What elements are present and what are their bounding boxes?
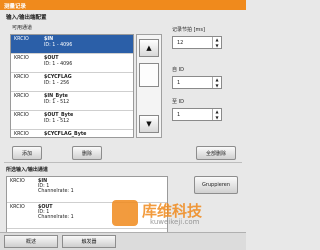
spin-down-icon[interactable]: ▼	[215, 115, 218, 120]
from-id-value[interactable]: 1	[173, 80, 212, 86]
channel-id-range: ID: 1 - 512	[44, 119, 70, 124]
channel-rate: Channelrate: 1	[38, 215, 74, 220]
io-config-title: 输入/输出端配置	[6, 15, 47, 21]
channel-source: KRCIO	[14, 37, 29, 42]
channel-id-range: ID: 1 - 4096	[44, 43, 73, 48]
channel-source: KRCIO	[10, 205, 25, 210]
list-item[interactable]: KRCIO $IN_Byte ID: 1 - 512	[11, 92, 133, 111]
record-step-spinner[interactable]: 12 ▲ ▼	[172, 36, 222, 49]
channel-name: $OUT_Byte	[44, 113, 74, 118]
group-button[interactable]: Gruppieren	[194, 176, 238, 194]
kuwei-logo-icon	[112, 200, 138, 226]
channel-name: $IN_Byte	[44, 94, 68, 99]
scroll-down-button[interactable]: ▼	[139, 115, 159, 133]
to-id-label: 至 ID	[172, 99, 184, 105]
spin-up-icon[interactable]: ▲	[215, 77, 218, 82]
channel-rate: Channelrate: 1	[38, 189, 74, 194]
watermark: 库维科技 kuweikeji.com	[112, 198, 232, 232]
scrollbar[interactable]: ▲ ▼	[136, 34, 162, 138]
list-item[interactable]: KRCIO $CYCFLAG_Byte	[11, 130, 133, 137]
channel-source: KRCIO	[14, 75, 29, 80]
selected-channels-label: 所选输入/输出通道	[6, 167, 48, 173]
from-id-label: 自 ID	[172, 67, 184, 73]
channel-source: KRCIO	[14, 113, 29, 118]
window-title: 测量记录	[0, 0, 246, 10]
from-id-spinner[interactable]: 1 ▲ ▼	[172, 76, 222, 89]
record-step-value[interactable]: 12	[173, 40, 212, 46]
spin-down-icon[interactable]: ▼	[215, 83, 218, 88]
channel-source: KRCIO	[14, 56, 29, 61]
list-item[interactable]: KRCIO $OUT ID: 1 - 4096	[11, 54, 133, 73]
list-item[interactable]: KRCIO $IN ID: 1 - 4096	[11, 35, 133, 54]
delete-button[interactable]: 删除	[72, 146, 102, 160]
channel-name: $OUT	[44, 56, 59, 61]
to-id-value[interactable]: 1	[173, 112, 212, 118]
delete-all-button[interactable]: 全部删除	[196, 146, 236, 160]
spin-down-icon[interactable]: ▼	[215, 43, 218, 48]
channel-name: $CYCFLAG_Byte	[44, 132, 87, 137]
channel-source: KRCIO	[10, 179, 25, 184]
spin-up-icon[interactable]: ▲	[215, 109, 218, 114]
available-channels-label: 可用通道	[12, 25, 33, 31]
available-channel-list[interactable]: KRCIO $IN ID: 1 - 4096 KRCIO $OUT ID: 1 - 409…	[10, 34, 134, 138]
to-id-spinner[interactable]: 1 ▲ ▼	[172, 108, 222, 121]
record-step-label: 记录节拍 [ms]	[172, 27, 205, 33]
watermark-url: kuweikeji.com	[150, 218, 200, 226]
triangle-up-icon: ▲	[146, 44, 152, 52]
channel-name: $IN	[44, 37, 54, 42]
scroll-up-button[interactable]: ▲	[139, 39, 159, 57]
channel-id-range: ID: 1 - 512	[44, 100, 70, 105]
channel-id-range: ID: 1 - 4096	[44, 62, 73, 67]
channel-source: KRCIO	[14, 132, 29, 137]
channel-name: $CYCFLAG	[44, 75, 72, 80]
triangle-down-icon: ▼	[146, 120, 152, 128]
list-item[interactable]: KRCIO $CYCFLAG ID: 1 - 256	[11, 73, 133, 92]
tab-overview[interactable]: 概述	[4, 235, 58, 248]
scroll-thumb[interactable]	[139, 63, 159, 87]
spin-up-icon[interactable]: ▲	[215, 37, 218, 42]
channel-source: KRCIO	[14, 94, 29, 99]
channel-id-range: ID: 1 - 256	[44, 81, 70, 86]
tab-trigger[interactable]: 触发器	[62, 235, 116, 248]
add-button[interactable]: 添加	[12, 146, 42, 160]
list-item[interactable]: KRCIO $OUT_Byte ID: 1 - 512	[11, 111, 133, 130]
divider	[4, 162, 242, 163]
